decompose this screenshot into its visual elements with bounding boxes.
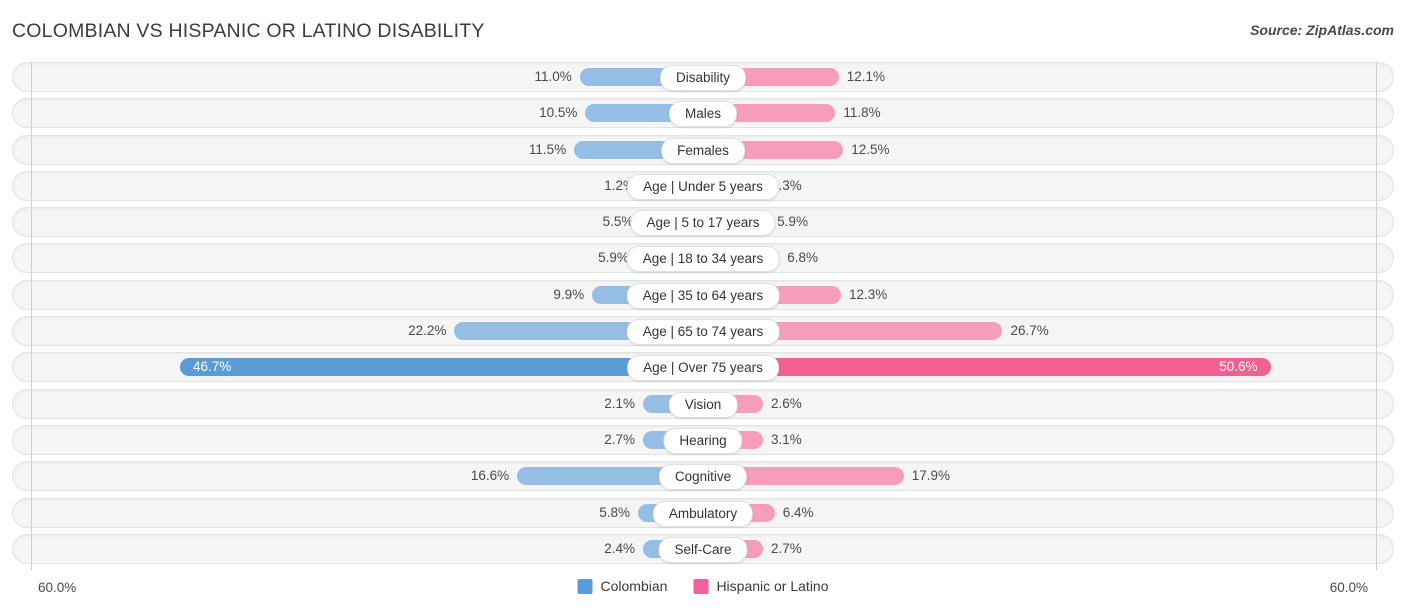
category-label-pill: Age | 35 to 64 years <box>627 283 780 309</box>
bar-row: 10.5% 11.8% Males <box>0 98 1406 128</box>
category-label-pill: Vision <box>669 392 738 418</box>
category-label-pill: Age | 65 to 74 years <box>627 319 780 345</box>
chart-header: COLOMBIAN VS HISPANIC OR LATINO DISABILI… <box>0 0 1406 62</box>
legend-item[interactable]: Hispanic or Latino <box>693 578 828 594</box>
bar-row: 5.9% 6.8% Age | 18 to 34 years <box>0 243 1406 273</box>
bar-rows-container: 11.0% 12.1% Disability 10.5% 11.8% Males 11.5%… <box>0 62 1406 570</box>
legend-label: Colombian <box>601 578 668 594</box>
bar-row: 1.2%1.3%Age | Under 5 years <box>0 171 1406 201</box>
bar-right-hispanic-latino <box>703 358 1271 376</box>
bar-row: 11.5% 12.5% Females <box>0 135 1406 165</box>
axis-label-left: 60.0% <box>38 580 76 595</box>
bar-row: 22.2% 26.7% Age | 65 to 74 years <box>0 316 1406 346</box>
value-label-left: 5.8% <box>599 498 630 528</box>
category-label-pill: Age | Over 75 years <box>627 355 779 381</box>
axis-line-left <box>31 62 32 570</box>
category-label-pill: Disability <box>660 65 746 91</box>
value-label-right: 26.7% <box>1010 316 1048 346</box>
bar-row: 46.7% 50.6% Age | Over 75 years <box>0 352 1406 382</box>
value-label-left: 46.7% <box>193 352 231 382</box>
bar-row: 5.5% 5.9%Age | 5 to 17 years <box>0 207 1406 237</box>
category-label-pill: Males <box>669 101 737 127</box>
chart-legend: Colombian Hispanic or Latino <box>578 578 829 594</box>
value-label-left: 2.7% <box>604 425 635 455</box>
value-label-left: 11.0% <box>535 62 572 92</box>
bar-left-colombian <box>180 358 703 376</box>
value-label-right: 2.7% <box>771 534 802 564</box>
category-label-pill: Ambulatory <box>653 501 753 527</box>
value-label-right: 6.8% <box>787 243 818 273</box>
value-label-right: 2.6% <box>771 389 802 419</box>
value-label-left: 9.9% <box>553 280 584 310</box>
axis-line-right <box>1376 62 1377 570</box>
bar-row: 16.6% 17.9% Cognitive <box>0 461 1406 491</box>
value-label-right: 12.5% <box>851 135 889 165</box>
value-label-left: 2.1% <box>604 389 635 419</box>
value-label-right: 5.9% <box>777 207 808 237</box>
value-label-right: 17.9% <box>912 461 950 491</box>
legend-label: Hispanic or Latino <box>716 578 828 594</box>
category-label-pill: Self-Care <box>658 537 747 563</box>
legend-swatch-icon <box>693 579 708 594</box>
bar-row: 11.0% 12.1% Disability <box>0 62 1406 92</box>
value-label-right: 12.3% <box>849 280 887 310</box>
value-label-right: 6.4% <box>783 498 814 528</box>
category-label-pill: Age | 18 to 34 years <box>627 246 780 272</box>
value-label-left: 5.5% <box>603 207 634 237</box>
legend-swatch-icon <box>578 579 593 594</box>
legend-item[interactable]: Colombian <box>578 578 668 594</box>
bar-row: 2.1% 2.6% Vision <box>0 389 1406 419</box>
chart-footer: 60.0% 60.0% Colombian Hispanic or Latino <box>0 570 1406 612</box>
value-label-left: 16.6% <box>471 461 509 491</box>
bar-row: 5.8% 6.4% Ambulatory <box>0 498 1406 528</box>
bar-row: 2.4% 2.7% Self-Care <box>0 534 1406 564</box>
value-label-right: 12.1% <box>847 62 885 92</box>
category-label-pill: Females <box>661 138 745 164</box>
bar-row: 2.7% 3.1% Hearing <box>0 425 1406 455</box>
value-label-right: 11.8% <box>843 98 880 128</box>
page-title: COLOMBIAN VS HISPANIC OR LATINO DISABILI… <box>12 20 485 43</box>
bar-row: 9.9% 12.3% Age | 35 to 64 years <box>0 280 1406 310</box>
chart-plot-area: 11.0% 12.1% Disability 10.5% 11.8% Males 11.5%… <box>0 62 1406 570</box>
value-label-right: 50.6% <box>1213 352 1258 382</box>
axis-label-right: 60.0% <box>1330 580 1368 595</box>
value-label-left: 10.5% <box>539 98 577 128</box>
value-label-right: 3.1% <box>771 425 802 455</box>
value-label-left: 22.2% <box>408 316 446 346</box>
value-label-left: 5.9% <box>598 243 629 273</box>
source-attribution: Source: ZipAtlas.com <box>1250 22 1394 38</box>
category-label-pill: Age | 5 to 17 years <box>630 210 775 236</box>
category-label-pill: Cognitive <box>659 464 747 490</box>
value-label-left: 2.4% <box>604 534 635 564</box>
value-label-left: 11.5% <box>529 135 566 165</box>
category-label-pill: Hearing <box>663 428 742 454</box>
category-label-pill: Age | Under 5 years <box>627 174 779 200</box>
